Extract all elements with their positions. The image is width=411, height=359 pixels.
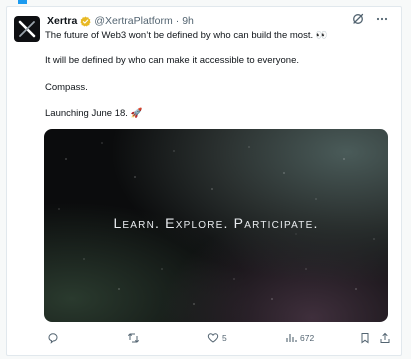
separator-dot: · — [175, 15, 180, 27]
tweet-header: Xertra @XertraPlatform · 9h — [47, 14, 194, 28]
tweet-view: Xertra @XertraPlatform · 9h The future o… — [0, 0, 411, 359]
more-icon[interactable] — [375, 12, 389, 26]
repost-icon — [127, 333, 140, 343]
header-actions — [351, 12, 389, 26]
tweet-paragraph: Launching June 18. 🚀 — [45, 108, 143, 119]
like-button[interactable]: 5 — [207, 332, 227, 344]
grok-icon[interactable] — [351, 12, 365, 26]
author-name[interactable]: Xertra — [47, 15, 77, 27]
repost-button[interactable] — [127, 332, 143, 344]
share-icon — [380, 332, 390, 343]
action-bar: 5 672 — [47, 332, 393, 350]
tweet-card[interactable]: Xertra @XertraPlatform · 9h The future o… — [6, 6, 402, 356]
bookmark-button[interactable] — [359, 332, 371, 344]
tweet-paragraph: The future of Web3 won’t be defined by w… — [45, 30, 328, 41]
share-button[interactable] — [379, 332, 391, 344]
x-logo-icon — [18, 20, 36, 38]
avatar[interactable] — [14, 16, 40, 42]
reply-icon — [48, 333, 58, 344]
reply-button[interactable] — [47, 332, 62, 344]
views-button[interactable]: 672 — [285, 332, 314, 344]
media-caption: Learn. Explore. Participate. — [113, 215, 319, 231]
tweet-paragraph: Compass. — [45, 82, 88, 93]
views-count: 672 — [300, 333, 315, 343]
like-icon — [207, 333, 219, 343]
media-image[interactable]: Learn. Explore. Participate. — [44, 129, 388, 322]
bookmark-icon — [361, 333, 369, 344]
post-time[interactable]: 9h — [182, 15, 194, 27]
verified-badge-icon — [80, 15, 91, 27]
top-accent-bar — [18, 0, 27, 4]
tweet-paragraph: It will be defined by who can make it ac… — [45, 55, 299, 66]
author-handle[interactable]: @XertraPlatform — [94, 15, 172, 27]
views-icon — [286, 334, 297, 342]
like-count: 5 — [222, 333, 227, 343]
